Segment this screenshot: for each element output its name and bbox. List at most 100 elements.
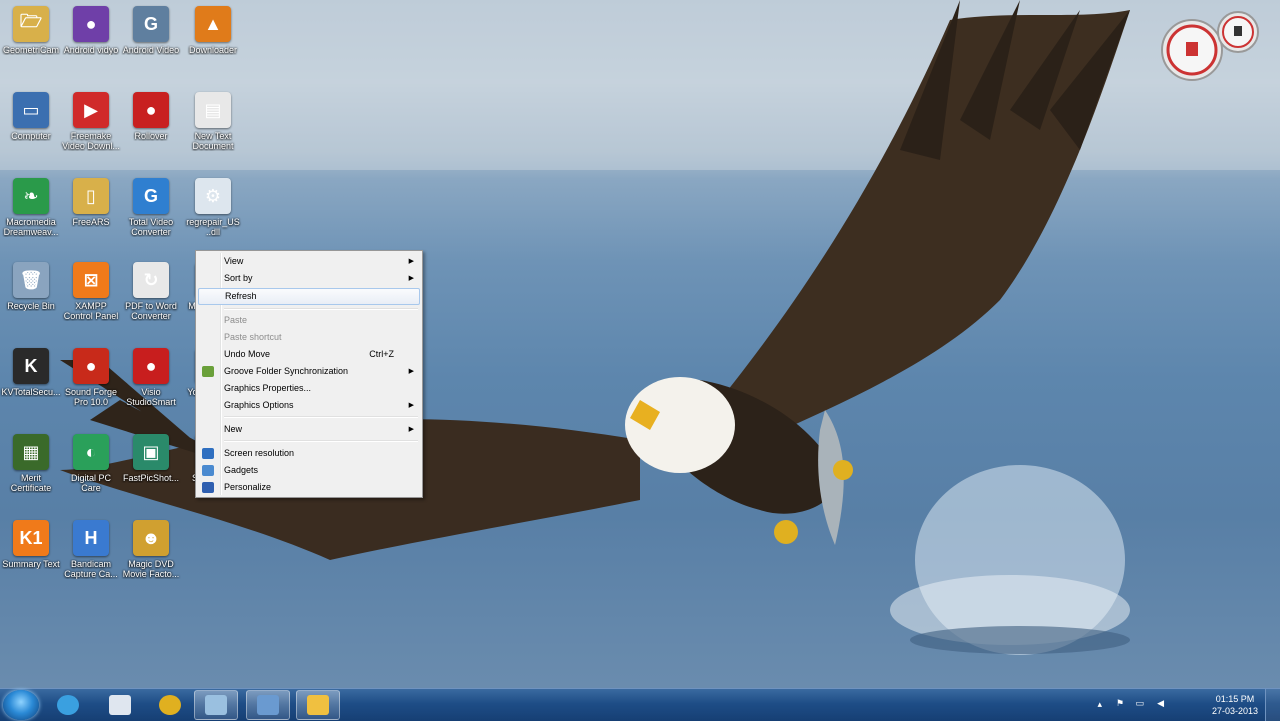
desktop-context-menu: View ▶ Sort by ▶ Refresh Paste Paste shortcut U… [195, 250, 423, 498]
desktop-icon[interactable]: ● Visio StudioSmart [120, 348, 182, 407]
menu-item-paste-shortcut[interactable]: Paste shortcut [198, 329, 420, 346]
menu-item-label: New [224, 424, 243, 434]
taskbar-explorer-button[interactable] [296, 690, 340, 720]
desktop-icon-label: Digital PC Care [70, 473, 111, 493]
desktop-icon[interactable]: 🗁 GeometriCam [0, 6, 62, 55]
menu-item-label: Refresh [225, 291, 257, 301]
menu-item-gadgets[interactable]: Gadgets [198, 462, 420, 479]
desktop-icon[interactable]: ☻ Magic DVD Movie Facto... [120, 520, 182, 579]
taskbar-connect-button[interactable] [98, 690, 142, 720]
desktop-icon-label: Visio StudioSmart [126, 387, 176, 407]
menu-item-graphics-properties[interactable]: Graphics Properties... [198, 380, 420, 397]
desktop-icon-label: FreeARS [72, 217, 110, 227]
desktop-icon[interactable]: 🗑 Recycle Bin [0, 262, 62, 311]
desktop-icon-label: FastPicShot... [122, 473, 180, 483]
desktop-icon-label: Bandicam Capture Ca... [64, 559, 118, 579]
desktop-icon[interactable]: ◐ Digital PC Care [60, 434, 122, 493]
desktop-icon-label: Recycle Bin [7, 301, 55, 311]
desktop-icon-label: Sound Forge Pro 10.0 [64, 387, 118, 407]
desktop-icon[interactable]: ⚙ regrepair_US ..dll [182, 178, 244, 237]
show-desktop-button[interactable] [1265, 689, 1280, 721]
taskbar-media-player-button[interactable] [46, 690, 90, 720]
explorer-icon [307, 695, 329, 715]
desktop-icon-label: regrepair_US ..dll [186, 217, 240, 237]
desktop-icon[interactable]: ▤ New Text Document [182, 92, 244, 151]
menu-item-label: Sort by [224, 273, 253, 283]
menu-item-label: Screen resolution [224, 448, 295, 458]
desktop-icon[interactable]: G Total Video Converter [120, 178, 182, 237]
start-button[interactable] [3, 690, 39, 720]
desktop-icon[interactable]: ▲ Downloader [182, 6, 244, 55]
submenu-arrow-icon: ▶ [408, 258, 414, 265]
desktop-icon[interactable]: ❧ Macromedia Dreamweav... [0, 178, 62, 237]
desktop-icon[interactable]: ▣ FastPicShot... [120, 434, 182, 483]
desktop-icon-label: Macromedia Dreamweav... [3, 217, 59, 237]
taskbar-chrome-button[interactable] [148, 690, 192, 720]
submenu-arrow-icon: ▶ [408, 402, 414, 409]
menu-item-icon [202, 448, 214, 459]
desktop-app-icon: G [133, 178, 169, 214]
menu-item-graphics-options[interactable]: Graphics Options ▶ [198, 397, 420, 414]
menu-item-icon [202, 366, 214, 377]
clock-time: 01:15 PM [1215, 694, 1255, 704]
desktop-app-icon: ▤ [195, 92, 231, 128]
media-player-icon [57, 695, 79, 715]
menu-item-new[interactable]: New ▶ [198, 421, 420, 438]
desktop-icon[interactable]: ⊠ XAMPP Control Panel [60, 262, 122, 321]
desktop-icon[interactable]: G Android Video [120, 6, 182, 55]
window-icon [205, 695, 227, 715]
desktop-icon[interactable]: ▶ Freemake Video Downl... [60, 92, 122, 151]
desktop-icon[interactable]: ● Sound Forge Pro 10.0 [60, 348, 122, 407]
menu-item-label: Graphics Options [224, 400, 294, 410]
clock-date: 27-03-2013 [1211, 706, 1258, 716]
desktop-icon[interactable]: K KVTotalSecu... [0, 348, 62, 397]
desktop-icon[interactable]: ↻ PDF to Word Converter [120, 262, 182, 321]
desktop-icon[interactable]: ● Rollover [120, 92, 182, 141]
menu-item-paste[interactable]: Paste [198, 312, 420, 329]
desktop-icon-label: Summary Text [2, 559, 60, 569]
desktop-icon-label: Freemake Video Downl... [62, 131, 120, 151]
desktop-icon[interactable]: H Bandicam Capture Ca... [60, 520, 122, 579]
menu-separator [224, 440, 418, 442]
menu-item-label: Undo Move [224, 349, 271, 359]
action-center-flag-icon[interactable]: ⚑ [1116, 698, 1124, 709]
desktop-icon[interactable]: ● Android vidyo [60, 6, 122, 55]
menu-item-label: View [224, 256, 244, 266]
taskbar-window-button[interactable] [194, 690, 238, 720]
show-hidden-icons-icon[interactable]: ▴ [1097, 699, 1102, 710]
cpu-meter-gadget[interactable] [1160, 8, 1260, 84]
connect-icon [109, 695, 131, 715]
menu-item-screen-resolution[interactable]: Screen resolution [198, 445, 420, 462]
taskbar-clock[interactable]: 01:15 PM 27-03-2013 [1212, 693, 1258, 717]
menu-item-shortcut: Ctrl+Z [369, 349, 394, 359]
submenu-arrow-icon: ▶ [408, 426, 414, 433]
taskbar-save-button[interactable] [246, 690, 290, 720]
menu-item-refresh[interactable]: Refresh [198, 288, 420, 305]
menu-item-personalize[interactable]: Personalize [198, 479, 420, 496]
menu-item-view[interactable]: View ▶ [198, 253, 420, 270]
menu-separator [224, 308, 418, 310]
network-icon[interactable]: ▭ [1135, 698, 1144, 709]
menu-item-icon [202, 465, 214, 476]
desktop-icon[interactable]: ▯ FreeARS [60, 178, 122, 227]
desktop-app-icon: ⊠ [73, 262, 109, 298]
menu-item-label: Gadgets [224, 465, 259, 475]
menu-item-sort-by[interactable]: Sort by ▶ [198, 270, 420, 287]
desktop-icon-label: GeometriCam [2, 45, 59, 55]
desktop-app-icon: ↻ [133, 262, 169, 298]
submenu-arrow-icon: ▶ [408, 275, 414, 282]
desktop-app-icon: K [13, 348, 49, 384]
desktop-icon[interactable]: K1 Summary Text [0, 520, 62, 569]
desktop-app-icon: ▯ [73, 178, 109, 214]
taskbar: ▴ ⚑ ▭ ◀ 01:15 PM 27-03-2013 [0, 688, 1280, 721]
menu-item-groove-folder-synchronization[interactable]: Groove Folder Synchronization ▶ [198, 363, 420, 380]
desktop-app-icon: ◐ [73, 434, 109, 470]
desktop-icon[interactable]: ▦ Merit Certificate [0, 434, 62, 493]
desktop-app-icon: 🗁 [13, 6, 49, 42]
desktop-app-icon: H [73, 520, 109, 556]
desktop-icon-label: Android vidyo [63, 45, 119, 55]
volume-icon[interactable]: ◀ [1157, 698, 1164, 709]
desktop-icon[interactable]: ▭ Computer [0, 92, 62, 141]
menu-item-undo-move[interactable]: Undo Move Ctrl+Z [198, 346, 420, 363]
desktop-app-icon: ▦ [13, 434, 49, 470]
